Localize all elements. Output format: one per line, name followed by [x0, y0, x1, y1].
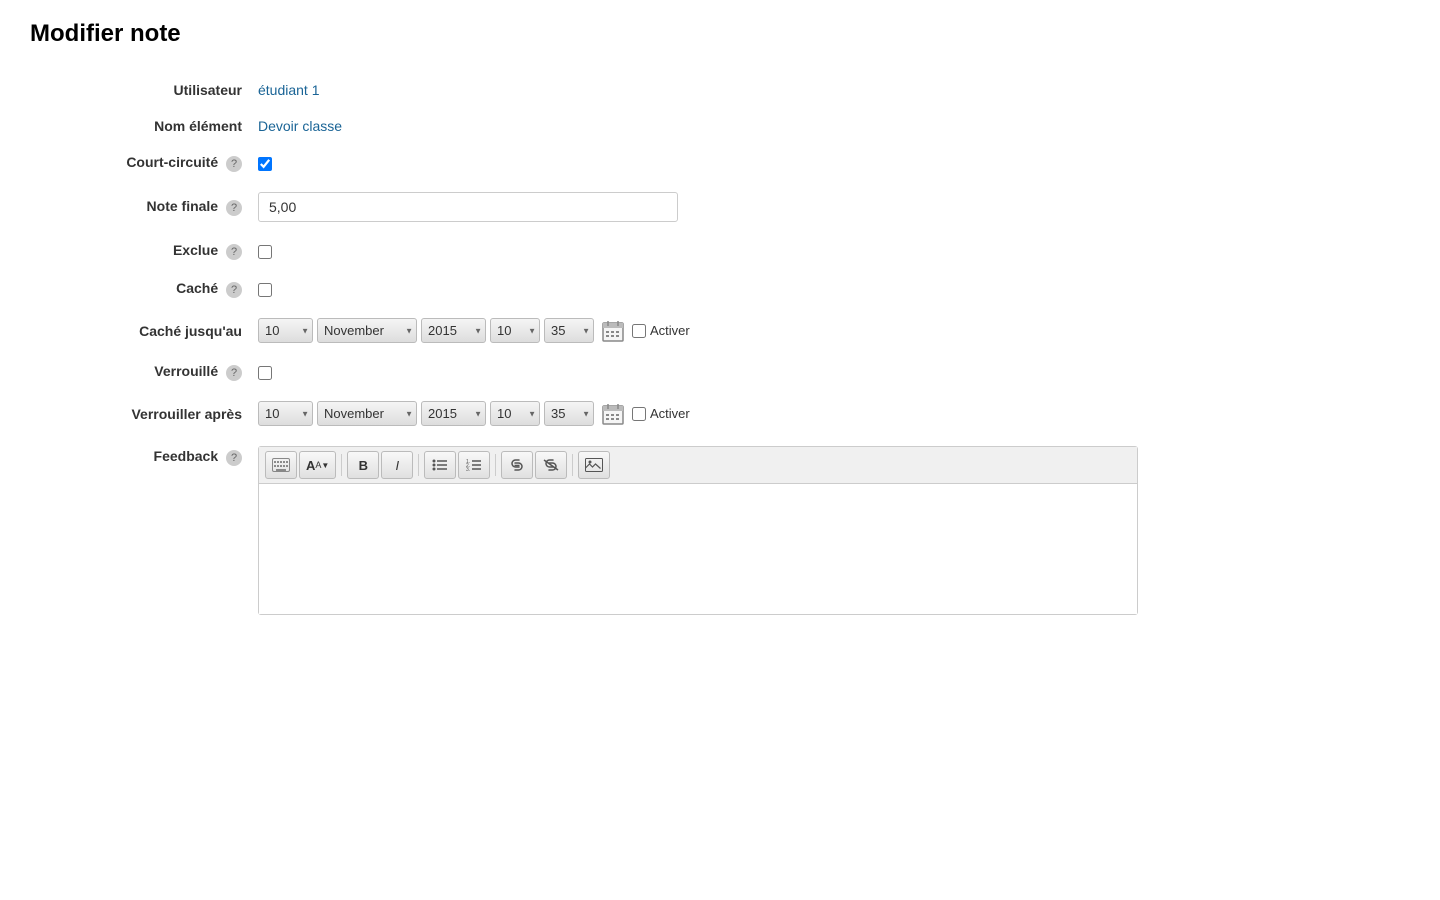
toolbar-link-btn[interactable] — [501, 451, 533, 479]
unlink-icon — [542, 458, 560, 472]
cache-hour-select[interactable]: 10 — [490, 318, 540, 343]
verr-minute-wrapper: 35 — [544, 401, 594, 426]
bold-icon: B — [359, 458, 368, 473]
exclue-label: Exclue — [173, 242, 218, 258]
toolbar-keyboard-btn[interactable] — [265, 451, 297, 479]
court-circuite-label: Court-circuité — [126, 154, 218, 170]
cache-minute-wrapper: 35 — [544, 318, 594, 343]
cache-activer-text: Activer — [650, 323, 690, 338]
exclue-help-icon[interactable]: ? — [226, 244, 242, 260]
cache-jusquau-row: Caché jusqu'au 10 November 2015 — [30, 308, 1410, 353]
keyboard-icon — [272, 458, 290, 472]
editor-toolbar: AA ▼ B I — [259, 447, 1137, 484]
feedback-row: Feedback ? — [30, 436, 1410, 625]
note-finale-label: Note finale — [147, 198, 219, 214]
verrouiller-apres-date-group: 10 November 2015 10 — [258, 401, 1402, 426]
fontsize-icon: A — [306, 458, 315, 473]
numbered-list-icon: 1. 2. 3. — [466, 458, 482, 472]
note-finale-help-icon[interactable]: ? — [226, 200, 242, 216]
court-circuite-row: Court-circuité ? — [30, 144, 1410, 182]
note-finale-input[interactable] — [258, 192, 678, 222]
toolbar-sep-2 — [418, 454, 419, 476]
cache-year-wrapper: 2015 — [421, 318, 486, 343]
image-icon — [585, 458, 603, 472]
cache-month-select[interactable]: November — [317, 318, 417, 343]
verrouille-checkbox[interactable] — [258, 366, 272, 380]
italic-icon: I — [396, 458, 400, 473]
cache-activer-label: Activer — [632, 323, 690, 338]
verr-day-wrapper: 10 — [258, 401, 313, 426]
verr-year-select[interactable]: 2015 — [421, 401, 486, 426]
toolbar-unlink-btn[interactable] — [535, 451, 567, 479]
toolbar-bold-btn[interactable]: B — [347, 451, 379, 479]
verrouiller-apres-row: Verrouiller après 10 November 2015 — [30, 391, 1410, 436]
toolbar-fontsize-btn[interactable]: AA ▼ — [299, 451, 336, 479]
toolbar-italic-btn[interactable]: I — [381, 451, 413, 479]
cache-activer-checkbox[interactable] — [632, 324, 646, 338]
verr-hour-select[interactable]: 10 — [490, 401, 540, 426]
court-circuite-help-icon[interactable]: ? — [226, 156, 242, 172]
link-icon — [508, 458, 526, 472]
toolbar-sep-4 — [572, 454, 573, 476]
utilisateur-label: Utilisateur — [174, 82, 242, 98]
cache-minute-select[interactable]: 35 — [544, 318, 594, 343]
cache-calendar-icon[interactable] — [602, 320, 624, 342]
cache-jusquau-date-group: 10 November 2015 10 — [258, 318, 1402, 343]
toolbar-numbered-list-btn[interactable]: 1. 2. 3. — [458, 451, 490, 479]
feedback-editor: AA ▼ B I — [258, 446, 1138, 615]
cache-row: Caché ? — [30, 270, 1410, 308]
bullet-list-icon — [432, 458, 448, 472]
form-table: Utilisateur étudiant 1 Nom élément Devoi… — [30, 72, 1410, 625]
verrouille-row: Verrouillé ? — [30, 353, 1410, 391]
toolbar-image-btn[interactable] — [578, 451, 610, 479]
cache-year-select[interactable]: 2015 — [421, 318, 486, 343]
utilisateur-row: Utilisateur étudiant 1 — [30, 72, 1410, 108]
cache-help-icon[interactable]: ? — [226, 282, 242, 298]
feedback-editor-body[interactable] — [259, 484, 1137, 614]
nom-element-link[interactable]: Devoir classe — [258, 118, 342, 134]
verr-hour-wrapper: 10 — [490, 401, 540, 426]
cache-jusquau-label: Caché jusqu'au — [139, 323, 242, 339]
cache-month-wrapper: November — [317, 318, 417, 343]
feedback-label: Feedback — [154, 448, 219, 464]
verr-activer-checkbox[interactable] — [632, 407, 646, 421]
verr-minute-select[interactable]: 35 — [544, 401, 594, 426]
verr-activer-text: Activer — [650, 406, 690, 421]
svg-text:3.: 3. — [466, 467, 470, 472]
cache-label: Caché — [176, 280, 218, 296]
verrouiller-apres-label: Verrouiller après — [131, 406, 242, 422]
verrouille-help-icon[interactable]: ? — [226, 365, 242, 381]
verr-year-wrapper: 2015 — [421, 401, 486, 426]
cache-hour-wrapper: 10 — [490, 318, 540, 343]
fontsize-dropdown-icon: ▼ — [321, 461, 329, 470]
note-finale-row: Note finale ? — [30, 182, 1410, 232]
verr-month-wrapper: November — [317, 401, 417, 426]
cache-day-wrapper: 10 — [258, 318, 313, 343]
page-title: Modifier note — [30, 20, 1410, 48]
exclue-row: Exclue ? — [30, 232, 1410, 270]
feedback-help-icon[interactable]: ? — [226, 450, 242, 466]
verr-month-select[interactable]: November — [317, 401, 417, 426]
verr-day-select[interactable]: 10 — [258, 401, 313, 426]
nom-element-row: Nom élément Devoir classe — [30, 108, 1410, 144]
toolbar-bullet-list-btn[interactable] — [424, 451, 456, 479]
verr-activer-label: Activer — [632, 406, 690, 421]
cache-checkbox[interactable] — [258, 283, 272, 297]
nom-element-label: Nom élément — [154, 118, 242, 134]
exclue-checkbox[interactable] — [258, 245, 272, 259]
verr-calendar-icon[interactable] — [602, 403, 624, 425]
toolbar-sep-1 — [341, 454, 342, 476]
cache-day-select[interactable]: 10 — [258, 318, 313, 343]
verrouille-label: Verrouillé — [154, 363, 218, 379]
utilisateur-link[interactable]: étudiant 1 — [258, 82, 320, 98]
court-circuite-checkbox[interactable] — [258, 157, 272, 171]
toolbar-sep-3 — [495, 454, 496, 476]
